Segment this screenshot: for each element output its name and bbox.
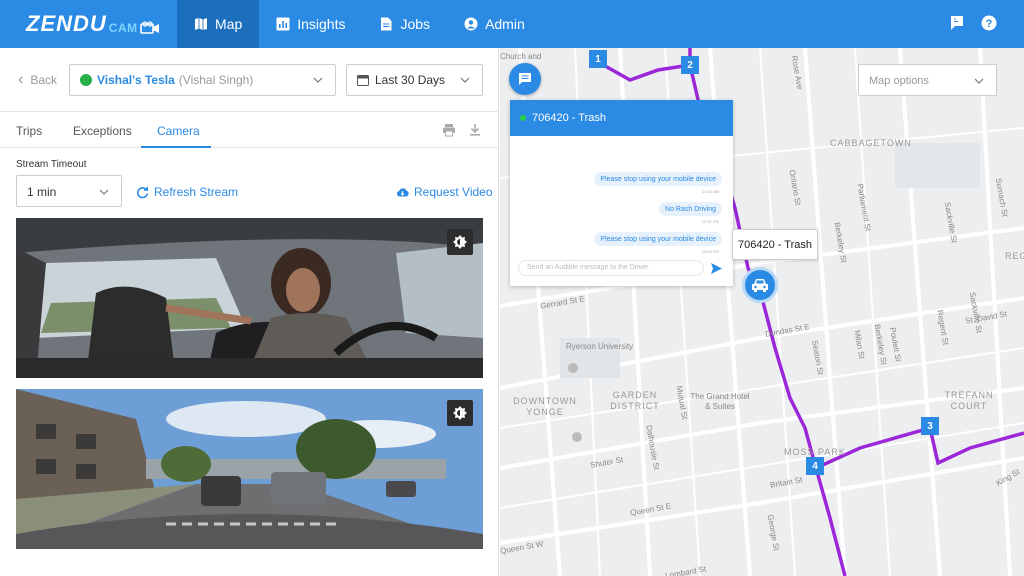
tab-exceptions[interactable]: Exceptions [73,124,132,138]
chat-title: 706420 - Trash [532,112,606,124]
brightness-button[interactable] [447,229,473,255]
interior-camera-feed[interactable] [16,218,483,378]
user-icon [464,17,478,31]
flag-icon[interactable] [949,15,965,31]
map-options-select[interactable]: Map options [858,64,997,96]
svg-text:?: ? [986,18,993,30]
vehicle-status-dot [80,74,92,86]
waypoint-1[interactable]: 1 [589,50,607,68]
vehicle-name: Vishal's Tesla [97,73,175,87]
print-icon[interactable] [442,123,456,137]
calendar-icon [357,75,369,86]
back-button[interactable]: ‹ Back [18,71,57,88]
chat-message-time: 10:34 AM [702,189,719,194]
download-icon[interactable] [468,123,482,137]
chevron-down-icon [460,77,470,83]
request-video-button[interactable]: Request Video [396,185,493,199]
chat-header: 706420 - Trash [510,100,733,136]
brightness-icon [453,235,467,249]
nav-item-map[interactable]: Map [177,0,260,48]
vehicle-marker[interactable] [742,267,778,303]
waypoint-3[interactable]: 3 [921,417,939,435]
stream-timeout-select[interactable]: 1 min [16,175,122,207]
tab-trips[interactable]: Trips [16,124,42,138]
chevron-down-icon [974,78,984,84]
chevron-down-icon [99,189,109,195]
refresh-icon [136,186,149,198]
map-view[interactable]: Church and Gerrard St E Dundas St E Shut… [500,48,1024,576]
nav-item-insights[interactable]: Insights [259,0,362,48]
chat-message: Please stop using your mobile device [594,172,722,186]
chart-icon [276,17,290,31]
vehicle-tooltip: 706420 - Trash [732,229,818,260]
tab-bar: Trips Exceptions Camera [0,111,498,148]
chat-toggle-button[interactable] [509,63,541,95]
zenducam-logo[interactable]: ZENDU CAM [26,13,160,35]
tab-camera[interactable]: Camera [157,124,200,138]
chevron-down-icon [313,77,323,83]
main-nav: Map Insights Jobs Admin [177,0,542,48]
cloud-download-icon [397,187,409,196]
chevron-left-icon: ‹ [18,71,24,88]
interior-camera-image [16,218,483,378]
map-icon [195,18,207,30]
chat-message-time: 10:43 PM [701,249,719,254]
vehicle-driver: (Vishal Singh) [178,73,254,87]
road-camera-feed[interactable] [16,389,483,549]
date-range-select[interactable]: Last 30 Days [346,64,483,96]
chat-message-time: 10:37 PM [701,219,719,224]
car-icon [752,279,768,292]
stream-timeout-label: Stream Timeout [16,159,87,170]
nav-item-jobs[interactable]: Jobs [362,0,447,48]
vehicle-select[interactable]: Vishal's Tesla (Vishal Singh) [69,64,336,96]
online-dot [520,115,526,121]
help-icon[interactable]: ? [981,15,997,31]
refresh-stream-button[interactable]: Refresh Stream [136,185,238,199]
chat-message: Please stop using your mobile device [594,232,722,246]
left-panel: ‹ Back Vishal's Tesla (Vishal Singh) Las… [0,48,499,576]
send-icon[interactable] [711,263,722,274]
active-tab-indicator [141,146,211,148]
brightness-button[interactable] [447,400,473,426]
brightness-icon [453,406,467,420]
chat-message-input[interactable]: Send an Audible message to the Driver [518,260,704,276]
top-navigation-bar: ZENDU CAM Map Insights Jobs Admin ? [0,0,1024,48]
document-icon [381,17,392,31]
waypoint-4[interactable]: 4 [806,457,824,475]
chat-icon [519,73,531,85]
nav-item-admin[interactable]: Admin [447,0,542,48]
camera-logo-icon [139,21,159,34]
road-camera-image [16,389,483,549]
chat-message: No Rash Driving [659,202,722,216]
waypoint-2[interactable]: 2 [681,56,699,74]
chat-window: 706420 - Trash Please stop using your mo… [510,100,733,286]
